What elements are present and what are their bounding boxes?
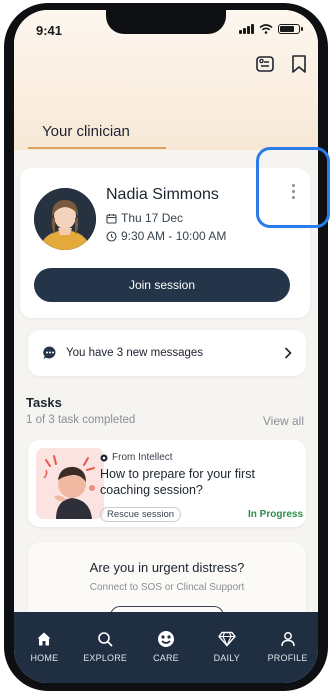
highlight-more-options [256, 147, 330, 228]
join-session-button[interactable]: Join session [34, 268, 290, 302]
session-date-text: Thu 17 Dec [121, 211, 184, 225]
profile-icon [280, 630, 296, 648]
task-tag: Rescue session [100, 507, 182, 522]
task-source: From Intellect [100, 452, 173, 463]
clinician-name: Nadia Simmons [106, 186, 219, 203]
status-time: 9:41 [36, 23, 63, 38]
nav-explore[interactable]: EXPLORE [77, 630, 133, 663]
nav-care[interactable]: CARE [138, 630, 194, 663]
nav-explore-label: EXPLORE [83, 653, 128, 663]
nav-daily-label: DAILY [213, 653, 240, 663]
session-time: 9:30 AM - 10:00 AM [106, 229, 226, 243]
intellect-logo-icon [100, 454, 108, 461]
task-illustration [36, 448, 104, 519]
wifi-icon [259, 24, 273, 34]
session-time-text: 9:30 AM - 10:00 AM [121, 229, 227, 243]
notes-icon[interactable] [254, 53, 276, 75]
bookmark-icon[interactable] [288, 53, 310, 75]
tab-your-clinician[interactable]: Your clinician [42, 123, 130, 140]
bottom-nav: HOME EXPLORE CARE DAILY PROFILE [14, 612, 318, 683]
session-date: Thu 17 Dec [106, 211, 183, 225]
nav-care-label: CARE [153, 653, 179, 663]
header-actions [254, 53, 310, 75]
tab-underline [28, 147, 166, 149]
status-icons [239, 24, 303, 34]
clinician-avatar [34, 188, 96, 250]
urgent-title: Are you in urgent distress? [89, 560, 245, 575]
chevron-right-icon [284, 346, 292, 364]
task-title: How to prepare for your first coaching s… [100, 467, 255, 497]
tasks-progress: 1 of 3 task completed [26, 414, 136, 426]
phone-notch [106, 10, 226, 34]
calendar-icon [106, 213, 117, 224]
care-icon [157, 630, 175, 648]
clock-icon [106, 230, 117, 242]
view-all-link[interactable]: View all [263, 414, 304, 428]
nav-profile[interactable]: PROFILE [260, 630, 316, 663]
signal-icon [239, 24, 254, 34]
task-source-text: From Intellect [112, 452, 173, 463]
messages-card[interactable]: You have 3 new messages [28, 330, 306, 376]
messages-text: You have 3 new messages [66, 347, 204, 359]
nav-home[interactable]: HOME [16, 630, 72, 663]
task-status: In Progress [248, 509, 304, 520]
nav-profile-label: PROFILE [267, 653, 308, 663]
nav-home-label: HOME [30, 653, 59, 663]
search-icon [97, 630, 113, 648]
battery-icon [278, 24, 303, 34]
tasks-title: Tasks [26, 395, 62, 410]
diamond-icon [218, 630, 236, 648]
chat-icon [42, 345, 58, 366]
nav-daily[interactable]: DAILY [199, 630, 255, 663]
urgent-subtitle: Connect to SOS or Clincal Support [89, 582, 245, 593]
home-icon [36, 630, 52, 648]
